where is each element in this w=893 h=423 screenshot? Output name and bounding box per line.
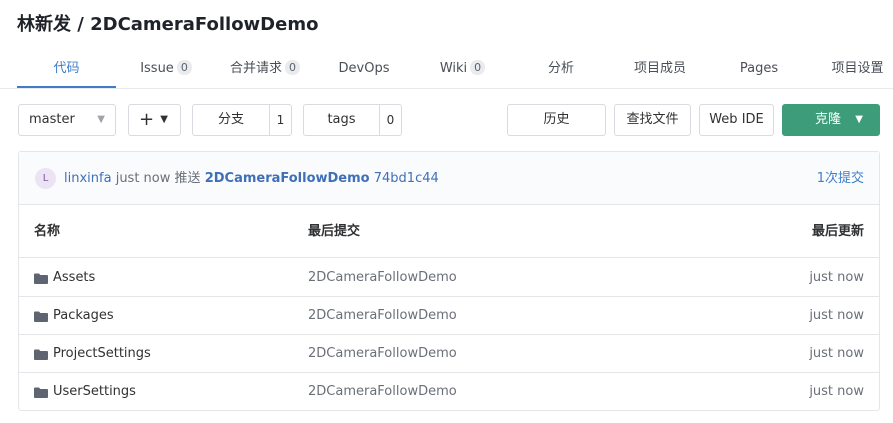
tab-count-badge: 0	[176, 60, 192, 75]
clone-button[interactable]: 克隆 ▼	[782, 104, 880, 136]
web-ide-button[interactable]: Web IDE	[699, 104, 774, 136]
commit-action: 推送	[174, 171, 201, 186]
file-last-updated: just now	[809, 384, 864, 399]
branches-button[interactable]: 分支 1	[192, 104, 292, 136]
file-table-header: 名称 最后提交 最后更新	[19, 205, 879, 258]
clone-label: 克隆	[815, 112, 842, 127]
chevron-down-icon: ▼	[97, 114, 105, 125]
find-file-button[interactable]: 查找文件	[614, 104, 691, 136]
header-last-commit: 最后提交	[308, 224, 361, 239]
file-browser-panel: L linxinfa just now 推送 2DCameraFollowDem…	[18, 151, 880, 411]
commit-count-link[interactable]: 1次提交	[817, 152, 864, 205]
commit-message-link[interactable]: 2DCameraFollowDemo	[205, 171, 370, 186]
tab-pages[interactable]: Pages	[730, 50, 788, 88]
file-name[interactable]: Assets	[53, 259, 95, 297]
table-row[interactable]: ProjectSettings 2DCameraFollowDemo just …	[19, 335, 879, 373]
tab-label: Pages	[739, 61, 779, 76]
tab-wiki[interactable]: Wiki 0	[430, 50, 495, 88]
branches-count: 1	[269, 105, 291, 135]
file-last-updated: just now	[809, 308, 864, 323]
tab-count-badge: 0	[285, 60, 300, 75]
folder-icon	[34, 273, 48, 284]
tab-settings[interactable]: 项目设置	[822, 50, 893, 88]
repo-tabs: 代码 Issue 0 合并请求 0 DevOps Wiki 0 分析 项目成员 Pag…	[0, 50, 893, 89]
file-last-updated: just now	[809, 346, 864, 361]
file-name[interactable]: UserSettings	[53, 373, 136, 411]
repo-title: 林新发 / 2DCameraFollowDemo	[17, 14, 319, 35]
tab-code[interactable]: 代码	[17, 50, 116, 88]
file-last-commit[interactable]: 2DCameraFollowDemo	[308, 297, 457, 335]
commit-time: just now	[115, 171, 171, 186]
file-name-cell[interactable]: Assets	[34, 259, 95, 297]
header-last-updated: 最后更新	[811, 224, 864, 239]
file-last-commit[interactable]: 2DCameraFollowDemo	[308, 373, 457, 411]
tab-devops[interactable]: DevOps	[332, 50, 396, 88]
commit-summary: linxinfa just now 推送 2DCameraFollowDemo …	[64, 152, 439, 205]
file-name[interactable]: ProjectSettings	[53, 335, 151, 373]
folder-icon	[34, 387, 48, 398]
file-name-cell[interactable]: ProjectSettings	[34, 335, 151, 373]
tab-members[interactable]: 项目成员	[624, 50, 696, 88]
file-name[interactable]: Packages	[53, 297, 114, 335]
tab-label: 代码	[53, 61, 80, 76]
table-row[interactable]: UserSettings 2DCameraFollowDemo just now	[19, 373, 879, 411]
tab-label: Issue	[140, 61, 174, 76]
latest-commit-bar: L linxinfa just now 推送 2DCameraFollowDem…	[19, 152, 879, 205]
commit-author-link[interactable]: linxinfa	[64, 171, 112, 186]
tab-label: 合并请求	[229, 61, 282, 76]
tab-count-badge: 0	[470, 60, 486, 75]
branches-label: 分支	[217, 112, 244, 127]
file-name-cell[interactable]: UserSettings	[34, 373, 136, 411]
history-button[interactable]: 历史	[507, 104, 606, 136]
plus-icon: +	[139, 109, 155, 130]
tab-label: DevOps	[338, 61, 390, 76]
tab-label: Wiki	[439, 61, 468, 76]
tab-label: 项目成员	[633, 61, 686, 76]
tab-label: 项目设置	[831, 61, 884, 76]
folder-icon	[34, 349, 48, 360]
add-menu-button[interactable]: + ▼	[128, 104, 181, 136]
table-row[interactable]: Assets 2DCameraFollowDemo just now	[19, 259, 879, 297]
branch-select[interactable]: master ▼	[18, 104, 116, 136]
tab-merge-requests[interactable]: 合并请求 0	[220, 50, 310, 88]
file-last-commit[interactable]: 2DCameraFollowDemo	[308, 259, 457, 297]
avatar[interactable]: L	[35, 168, 56, 189]
file-last-updated: just now	[809, 270, 864, 285]
tab-label: 分析	[547, 61, 574, 76]
chevron-down-icon: ▼	[855, 114, 863, 125]
branch-select-value: master	[29, 112, 75, 127]
chevron-down-icon: ▼	[160, 114, 168, 125]
table-row[interactable]: Packages 2DCameraFollowDemo just now	[19, 297, 879, 335]
tags-button[interactable]: tags 0	[303, 104, 402, 136]
file-last-commit[interactable]: 2DCameraFollowDemo	[308, 335, 457, 373]
header-name: 名称	[34, 224, 61, 239]
tab-issue[interactable]: Issue 0	[131, 50, 201, 88]
tags-label: tags	[327, 112, 356, 127]
tab-analysis[interactable]: 分析	[534, 50, 588, 88]
file-name-cell[interactable]: Packages	[34, 297, 114, 335]
tags-count: 0	[379, 105, 401, 135]
folder-icon	[34, 311, 48, 322]
commit-hash-link[interactable]: 74bd1c44	[374, 171, 439, 186]
